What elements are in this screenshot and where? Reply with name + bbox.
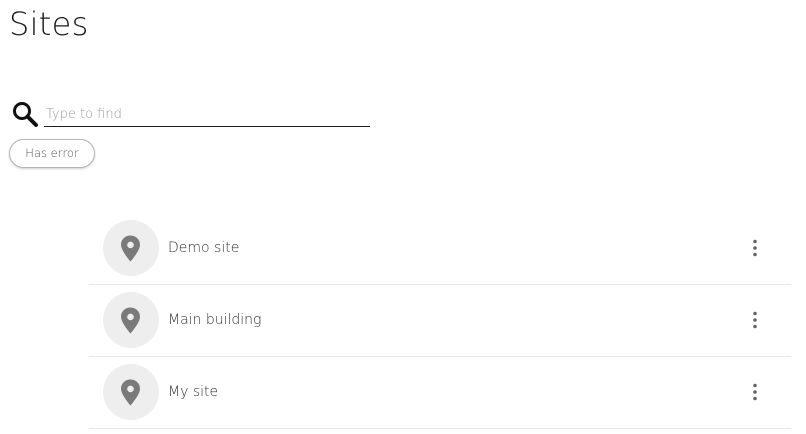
map-pin-icon	[121, 235, 140, 262]
list-item[interactable]: Demo site	[89, 213, 791, 285]
search-bar	[11, 98, 371, 130]
site-avatar	[103, 220, 159, 276]
more-options-button[interactable]	[743, 379, 767, 405]
more-vertical-icon	[753, 383, 757, 401]
site-list: Demo site Main building My site	[89, 213, 791, 429]
more-vertical-icon	[753, 311, 757, 329]
has-error-filter-chip[interactable]: Has error	[9, 139, 95, 168]
map-pin-icon	[121, 307, 140, 334]
site-name: Demo site	[168, 240, 240, 256]
site-avatar	[103, 364, 159, 420]
site-name: Main building	[168, 312, 262, 328]
more-options-button[interactable]	[743, 307, 767, 333]
search-icon[interactable]	[11, 100, 39, 128]
site-avatar	[103, 292, 159, 348]
search-input[interactable]	[44, 102, 370, 127]
list-item[interactable]: My site	[89, 357, 791, 429]
more-vertical-icon	[753, 239, 757, 257]
list-item[interactable]: Main building	[89, 285, 791, 357]
sites-page: Sites Has error Demo site	[0, 0, 806, 434]
more-options-button[interactable]	[743, 235, 767, 261]
site-name: My site	[168, 384, 219, 400]
map-pin-icon	[121, 379, 140, 406]
page-title: Sites	[9, 5, 89, 43]
